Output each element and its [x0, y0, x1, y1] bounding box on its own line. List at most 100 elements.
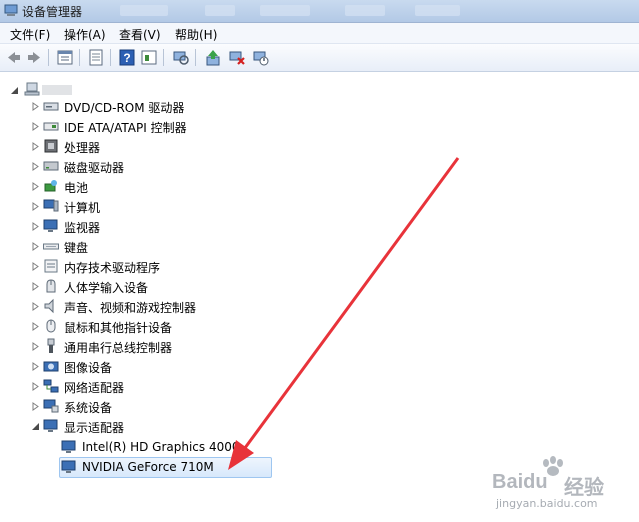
expand-icon[interactable] [31, 222, 40, 231]
tree-category-12[interactable]: 鼠标和其他指针设备 [30, 317, 230, 335]
tree-category-13[interactable]: 通用串行总线控制器 [30, 337, 230, 355]
blurred-tab [260, 5, 310, 16]
tree-category-14[interactable]: 图像设备 [30, 357, 230, 375]
sound-icon [44, 298, 54, 314]
expand-icon[interactable] [31, 382, 40, 391]
ide-controller-icon [43, 122, 59, 131]
tree-category-11[interactable]: 声音、视频和游戏控制器 [30, 297, 230, 315]
processor-icon [44, 139, 58, 153]
help-icon[interactable]: ? [118, 49, 136, 66]
collapse-icon[interactable] [31, 422, 40, 431]
view-icon[interactable] [140, 49, 158, 66]
tree-category-2[interactable]: IDE ATA/ATAPI 控制器 [30, 117, 230, 135]
window-title: 设备管理器 [22, 5, 83, 19]
memory-tech-icon [44, 259, 58, 273]
collapse-icon[interactable] [10, 86, 19, 95]
mouse-icon [46, 319, 56, 333]
forward-icon[interactable] [25, 49, 43, 66]
expand-icon[interactable] [31, 242, 40, 251]
blurred-tab [415, 5, 460, 16]
expand-icon[interactable] [31, 322, 40, 331]
expand-icon[interactable] [31, 302, 40, 311]
monitor-icon [43, 219, 58, 232]
expand-icon[interactable] [31, 162, 40, 171]
tree-device[interactable]: Intel(R) HD Graphics 4000 [61, 438, 271, 456]
toolbar-separator [163, 49, 164, 66]
tree-category-8[interactable]: 键盘 [30, 237, 230, 255]
tree-category-5[interactable]: 电池 [30, 177, 230, 195]
disable-icon[interactable] [252, 49, 270, 66]
watermark-url: jingyan.baidu.com [496, 497, 598, 510]
usb-icon [47, 338, 55, 353]
menu-help[interactable]: 帮助(H) [175, 26, 217, 43]
tree-category-label: IDE ATA/ATAPI 控制器 [64, 121, 187, 135]
tree-category-label: DVD/CD-ROM 驱动器 [64, 101, 185, 115]
hid-icon [46, 279, 56, 293]
tree-category-label: 鼠标和其他指针设备 [64, 321, 173, 335]
scan-hardware-icon[interactable] [172, 49, 190, 66]
uninstall-icon[interactable] [228, 49, 246, 66]
display-adapter-icon [43, 419, 58, 432]
back-icon[interactable] [5, 49, 23, 66]
tree-category-16[interactable]: 系统设备 [30, 397, 230, 415]
update-driver-icon[interactable] [204, 49, 222, 66]
tree-device-label: NVIDIA GeForce 710M [82, 460, 214, 474]
tree-category-label: 计算机 [64, 201, 101, 215]
expand-icon[interactable] [31, 202, 40, 211]
expand-icon[interactable] [31, 142, 40, 151]
tree-category-label: 监视器 [64, 221, 101, 235]
expand-icon[interactable] [31, 122, 40, 131]
toolbar-separator [195, 49, 196, 66]
network-icon [43, 379, 59, 393]
tree-category-label: 图像设备 [64, 361, 113, 375]
tree-category-1[interactable]: DVD/CD-ROM 驱动器 [30, 97, 230, 115]
tree-device-selected[interactable]: NVIDIA GeForce 710M [61, 458, 271, 476]
expand-icon[interactable] [31, 342, 40, 351]
tree-category-label: 磁盘驱动器 [64, 161, 125, 175]
keyboard-icon [43, 243, 59, 250]
menu-action[interactable]: 操作(A) [64, 26, 106, 43]
battery-icon [44, 180, 57, 192]
computer-icon [43, 199, 59, 212]
expand-icon[interactable] [31, 262, 40, 271]
expand-icon[interactable] [31, 102, 40, 111]
expand-icon[interactable] [31, 182, 40, 191]
computer-root-icon [24, 82, 40, 96]
properties-sheet-icon[interactable] [87, 49, 105, 66]
svg-text:?: ? [123, 51, 130, 65]
system-icon [43, 399, 59, 413]
title-bar: 设备管理器 [0, 0, 639, 23]
device-manager-icon [4, 4, 18, 16]
tree-category-4[interactable]: 磁盘驱动器 [30, 157, 230, 175]
tree-category-15[interactable]: 网络适配器 [30, 377, 230, 395]
blurred-tab [345, 5, 385, 16]
tree-category-label: 显示适配器 [64, 421, 125, 435]
toolbar-separator [48, 49, 49, 66]
tree-category-10[interactable]: 人体学输入设备 [30, 277, 230, 295]
tree-category-3[interactable]: 处理器 [30, 137, 230, 155]
tree-category-9[interactable]: 内存技术驱动程序 [30, 257, 230, 275]
menu-view[interactable]: 查看(V) [119, 26, 161, 43]
expand-icon[interactable] [31, 402, 40, 411]
tree-category-6[interactable]: 计算机 [30, 197, 230, 215]
blurred-tab [120, 5, 168, 16]
blurred-tab [205, 5, 235, 16]
tree-category-label: 键盘 [64, 241, 89, 255]
menu-file[interactable]: 文件(F) [10, 26, 50, 43]
disk-drive-icon [43, 161, 59, 171]
toolbar-separator [79, 49, 80, 66]
expand-icon[interactable] [31, 282, 40, 291]
expand-icon[interactable] [31, 362, 40, 371]
properties-icon[interactable] [56, 49, 74, 66]
tree-category-label: 人体学输入设备 [64, 281, 149, 295]
tree-device-label: Intel(R) HD Graphics 4000 [82, 440, 240, 454]
tree-category-label: 处理器 [64, 141, 101, 155]
toolbar-separator [110, 49, 111, 66]
tree-category-label: 网络适配器 [64, 381, 125, 395]
baidu-watermark: Baidu 经验 jingyan.baidu.com [466, 455, 626, 515]
tree-category-7[interactable]: 监视器 [30, 217, 230, 235]
tree-category-17[interactable]: 显示适配器 [30, 417, 230, 435]
tree-category-label: 内存技术驱动程序 [64, 261, 161, 275]
imaging-icon [43, 361, 59, 372]
menu-bar: 文件(F) 操作(A) 查看(V) 帮助(H) [0, 23, 639, 44]
